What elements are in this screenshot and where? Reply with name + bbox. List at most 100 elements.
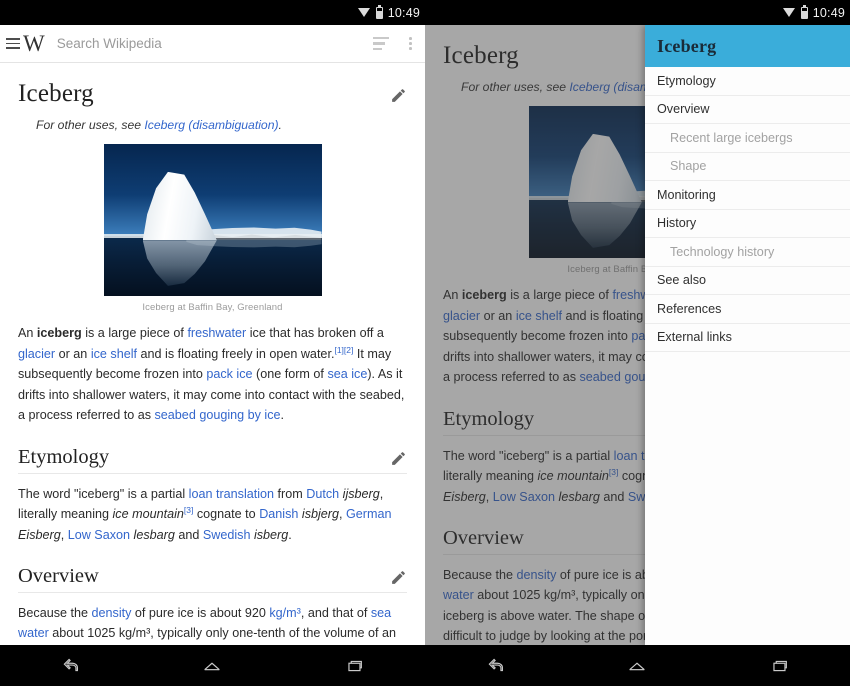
link-freshwater[interactable]: freshwater xyxy=(187,326,246,340)
status-bar: 10:49 xyxy=(0,0,425,25)
section-title: Etymology xyxy=(18,445,110,468)
hatnote-prefix: For other uses, see xyxy=(36,118,145,132)
toc-item-etymology[interactable]: Etymology xyxy=(645,67,850,96)
hamburger-icon[interactable] xyxy=(6,38,20,49)
toc-item-technology-history[interactable]: Technology history xyxy=(645,238,850,267)
toc-item-external-links[interactable]: External links xyxy=(645,324,850,352)
text-italic: lesbarg xyxy=(130,527,175,542)
link-loan-translation[interactable]: loan translation xyxy=(189,487,274,501)
citation-ref[interactable]: [3] xyxy=(184,505,193,515)
text-italic: isberg xyxy=(250,527,289,542)
text: from xyxy=(274,486,307,501)
text: and xyxy=(174,527,203,542)
home-icon[interactable] xyxy=(184,651,240,681)
back-arrow-icon[interactable] xyxy=(43,651,99,681)
section-header-etymology: Etymology xyxy=(18,426,407,474)
text-italic: ijsberg xyxy=(339,486,380,501)
citation-ref[interactable]: [1] xyxy=(334,345,343,355)
text: , xyxy=(339,507,346,522)
hatnote-link[interactable]: Iceberg (disambiguation) xyxy=(144,118,278,132)
link-pack-ice[interactable]: pack ice xyxy=(206,367,252,381)
search-input[interactable]: Search Wikipedia xyxy=(57,36,374,51)
wifi-icon xyxy=(357,7,371,18)
link-german[interactable]: German xyxy=(346,507,392,521)
text-bold: iceberg xyxy=(36,326,82,341)
link-ice-shelf[interactable]: ice shelf xyxy=(91,347,137,361)
toc-item-shape[interactable]: Shape xyxy=(645,153,850,181)
text-italic: Eisberg xyxy=(18,527,61,542)
toc-item-see-also[interactable]: See also xyxy=(645,267,850,295)
status-bar: 10:49 xyxy=(425,0,850,25)
android-nav-bar xyxy=(425,645,850,686)
text: or an xyxy=(55,347,91,362)
link-dutch[interactable]: Dutch xyxy=(306,487,339,501)
text: An xyxy=(18,326,37,341)
pencil-edit-icon[interactable] xyxy=(390,87,407,104)
drawer-title: Iceberg xyxy=(657,35,717,56)
section-title: Overview xyxy=(18,564,99,587)
page-title-row: Iceberg xyxy=(18,63,407,108)
article-content[interactable]: Iceberg For other uses, see Iceberg (dis… xyxy=(0,63,425,645)
wikipedia-w-logo: W xyxy=(23,31,45,56)
text: of pure ice is about 920 xyxy=(131,605,270,620)
home-icon[interactable] xyxy=(609,651,665,681)
battery-icon xyxy=(800,4,808,19)
link-danish[interactable]: Danish xyxy=(259,507,298,521)
text: (one form of xyxy=(252,367,328,382)
toc-item-monitoring[interactable]: Monitoring xyxy=(645,181,850,210)
pencil-edit-icon[interactable] xyxy=(390,450,407,467)
text: , xyxy=(60,527,68,542)
section-header-overview: Overview xyxy=(18,545,407,593)
page-title: Iceberg xyxy=(18,80,94,107)
back-arrow-icon[interactable] xyxy=(468,651,524,681)
toc-item-overview[interactable]: Overview xyxy=(645,96,850,124)
text-italic: isbjerg xyxy=(298,507,339,522)
link-swedish[interactable]: Swedish xyxy=(203,528,251,542)
android-nav-bar xyxy=(0,645,425,686)
iceberg-photo[interactable] xyxy=(103,144,322,297)
hatnote: For other uses, see Iceberg (disambiguat… xyxy=(36,117,407,133)
etymology-paragraph: The word "iceberg" is a partial loan tra… xyxy=(18,484,407,545)
status-bar-clock: 10:49 xyxy=(812,5,845,20)
phone-screen-right: 10:49 Iceberg For other uses, see Iceber… xyxy=(425,0,850,686)
toc-list: Etymology Overview Recent large icebergs Sh… xyxy=(645,67,850,352)
text: Because the xyxy=(18,605,92,620)
lead-paragraph: An iceberg is a large piece of freshwate… xyxy=(18,323,407,425)
text: cognate to xyxy=(193,507,260,522)
app-toolbar: W Search Wikipedia xyxy=(0,25,425,63)
figure-caption: Iceberg at Baffin Bay, Greenland xyxy=(142,302,283,314)
overflow-menu-icon[interactable] xyxy=(406,37,415,50)
wifi-icon xyxy=(782,7,796,18)
status-bar-clock: 10:49 xyxy=(387,5,420,20)
text: is a large piece of xyxy=(81,326,188,341)
lead-figure[interactable]: Iceberg at Baffin Bay, Greenland xyxy=(103,144,322,314)
screenshot-stage: 10:49 W Search Wikipedia Iceberg For oth… xyxy=(0,0,850,686)
toc-item-recent-large-icebergs[interactable]: Recent large icebergs xyxy=(645,124,850,153)
link-seabed-gouging[interactable]: seabed gouging by ice xyxy=(155,408,281,422)
hatnote-suffix: . xyxy=(278,118,282,132)
link-glacier[interactable]: glacier xyxy=(18,347,55,361)
text: and is floating freely in open water. xyxy=(137,347,335,362)
text: . xyxy=(280,408,285,423)
toc-item-history[interactable]: History xyxy=(645,210,850,238)
drawer-header: Iceberg xyxy=(645,25,850,67)
overview-paragraph: Because the density of pure ice is about… xyxy=(18,603,407,645)
link-low-saxon[interactable]: Low Saxon xyxy=(68,528,130,542)
link-sea-ice[interactable]: sea ice xyxy=(327,367,367,381)
text: The word "iceberg" is a partial xyxy=(18,486,189,501)
citation-ref[interactable]: [2] xyxy=(344,345,353,355)
link-kg-per-m3[interactable]: kg/m³ xyxy=(269,606,300,620)
table-of-contents-icon[interactable] xyxy=(373,36,390,51)
recent-apps-icon[interactable] xyxy=(326,651,382,681)
text: , and that of xyxy=(300,605,371,620)
table-of-contents-drawer[interactable]: Iceberg Etymology Overview Recent large ic… xyxy=(645,25,850,645)
toc-item-references[interactable]: References xyxy=(645,295,850,324)
text: ice that has broken off a xyxy=(246,326,384,341)
text: about 1025 kg/m³, typically only one-ten… xyxy=(52,626,397,641)
phone-screen-left: 10:49 W Search Wikipedia Iceberg For oth… xyxy=(0,0,425,686)
battery-icon xyxy=(375,4,383,19)
text-italic: ice mountain xyxy=(112,507,184,522)
link-density[interactable]: density xyxy=(92,606,132,620)
pencil-edit-icon[interactable] xyxy=(390,569,407,586)
recent-apps-icon[interactable] xyxy=(751,651,807,681)
